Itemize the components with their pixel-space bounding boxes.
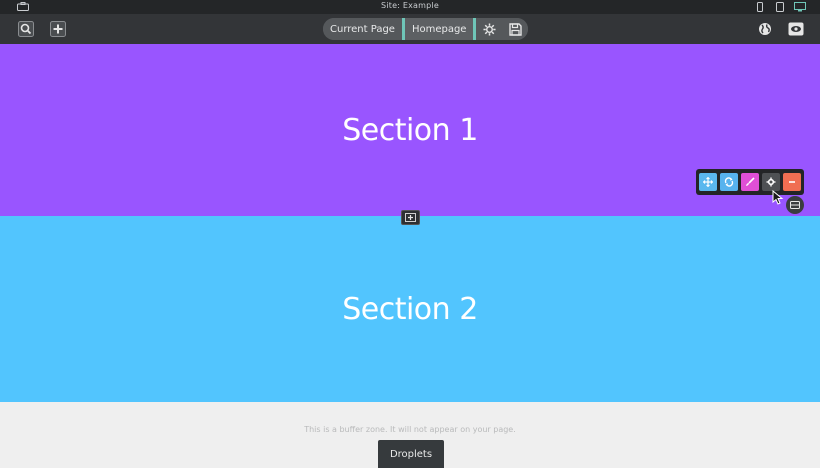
desktop-icon[interactable] (794, 1, 806, 12)
brush-icon[interactable] (741, 173, 759, 191)
buffer-zone-text: This is a buffer zone. It will not appea… (304, 425, 516, 434)
section-title[interactable]: Section 1 (342, 113, 478, 148)
droplets-tab[interactable]: Droplets (378, 440, 444, 468)
save-icon[interactable] (502, 18, 529, 40)
preview-icon[interactable] (786, 19, 806, 39)
current-page-label: Current Page (323, 18, 402, 40)
device-switcher (754, 1, 806, 12)
tablet-icon[interactable] (774, 1, 786, 12)
add-icon[interactable] (48, 19, 68, 39)
mobile-icon[interactable] (754, 1, 766, 12)
section-controls (696, 169, 804, 195)
editor-toolbar: Current Page Homepage (0, 14, 820, 44)
title-bar: Site: Example (0, 0, 820, 14)
search-icon[interactable] (16, 19, 36, 39)
layout-icon[interactable] (786, 196, 804, 214)
gear-icon[interactable] (762, 173, 780, 191)
recycle-icon[interactable] (720, 173, 738, 191)
globe-icon[interactable] (755, 19, 775, 39)
remove-icon[interactable] (783, 173, 801, 191)
mouse-cursor-icon (772, 190, 784, 205)
section-2[interactable]: Section 2 (0, 216, 820, 402)
page-dropdown[interactable]: Homepage (405, 18, 474, 40)
page-settings-icon[interactable] (476, 18, 503, 40)
add-section-button[interactable] (401, 210, 420, 225)
window-title: Site: Example (381, 1, 439, 10)
page-selector: Current Page Homepage (323, 18, 529, 40)
move-icon[interactable] (699, 173, 717, 191)
section-title[interactable]: Section 2 (342, 292, 478, 327)
